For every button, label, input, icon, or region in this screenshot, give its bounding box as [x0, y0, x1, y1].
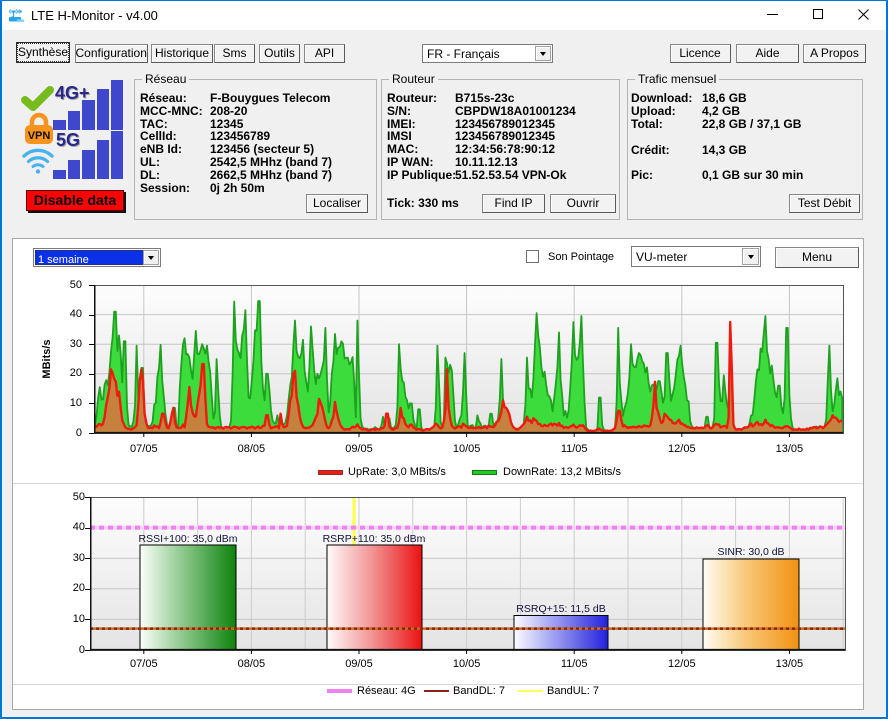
- svg-text:VPN: VPN: [28, 130, 51, 142]
